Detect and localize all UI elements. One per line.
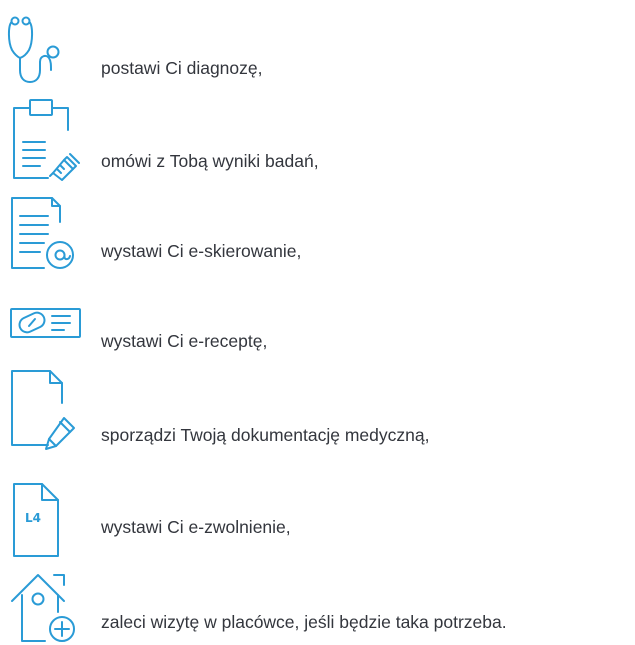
- item-label: omówi z Tobą wyniki badań,: [101, 151, 319, 171]
- item-label: postawi Ci diagnozę,: [101, 58, 263, 78]
- list-item-diagnosis: postawi Ci diagnozę,: [0, 8, 635, 88]
- list-item-clinic-visit: zaleci wizytę w placówce, jeśli będzie t…: [0, 565, 635, 645]
- item-label: wystawi Ci e-receptę,: [101, 331, 268, 351]
- item-label: sporządzi Twoją dokumentację medyczną,: [101, 425, 430, 445]
- list-item-documentation: sporządzi Twoją dokumentację medyczną,: [0, 363, 635, 450]
- l4-text: L4: [25, 511, 41, 525]
- sick-leave-document-icon: L4: [0, 478, 96, 558]
- stethoscope-icon: [0, 8, 96, 88]
- list-item-sick-leave: L4 wystawi Ci e-zwolnienie,: [0, 478, 635, 558]
- document-pencil-icon: [0, 363, 96, 459]
- document-email-icon: [0, 192, 96, 278]
- item-label: zaleci wizytę w placówce, jeśli będzie t…: [101, 612, 507, 632]
- services-list: postawi Ci diagnozę, omówi z Tobą wyniki…: [0, 0, 635, 642]
- item-label: wystawi Ci e-skierowanie,: [101, 241, 302, 261]
- list-item-test-results: omówi z Tobą wyniki badań,: [0, 98, 635, 181]
- prescription-card-icon: [0, 292, 96, 352]
- clinic-visit-icon: [0, 565, 96, 645]
- item-label: wystawi Ci e-zwolnienie,: [101, 517, 291, 537]
- list-item-prescription: wystawi Ci e-receptę,: [0, 292, 635, 372]
- list-item-referral: wystawi Ci e-skierowanie,: [0, 192, 635, 272]
- clipboard-syringe-icon: [0, 98, 96, 188]
